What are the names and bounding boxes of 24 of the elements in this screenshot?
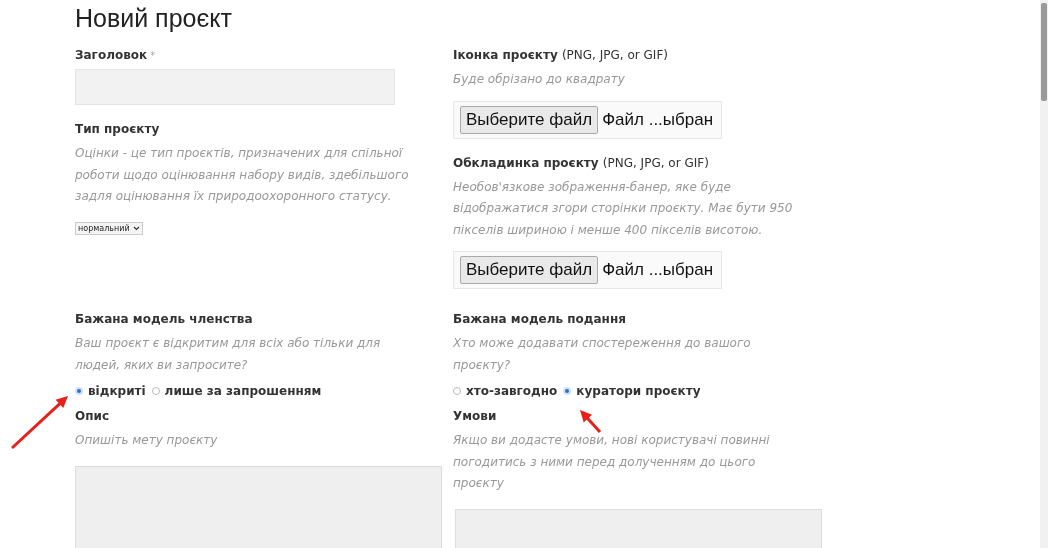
help-text: Буде обрізано до квадрату [453,71,625,88]
field-label: Тип проєкту [75,121,160,137]
help-text: Опишіть мету проєкту [75,432,218,449]
radio-option[interactable]: відкриті [75,384,146,398]
field-label: Заголовок [75,47,148,63]
type-dropdown[interactable]: нормальний [75,221,143,235]
choose-file-button[interactable]: Выберите файл [460,105,599,134]
help-text: Оцінки - це тип проєктів, призначених для спільної роботи щодо оцінювання набору видів, здебільшого задля оцінювання їх природоохоронного статусу. [75,145,410,205]
help-text: Якщо ви додасте умови, нові користувачі повинні погодитись з ними перед долученням до цього проєкту [453,432,771,492]
field-label: Опис [75,408,109,424]
field-label: Обкладинка проєкту (PNG, JPG, or GIF) [453,154,709,171]
field-label: Бажана модель подання [453,311,626,327]
help-text: Ваш проєкт є відкритим для всіх або тільки для людей, яких ви запросите? [75,335,382,374]
help-text: Необов'язкове зображення-банер, яке буде відображатися згори сторінки проєкту. Має бути 950 пікселів шириною і менше 400 пікселів висотою. [453,178,794,239]
field-label: Іконка проєкту (PNG, JPG, or GIF) [453,47,668,63]
radio-label: відкриті [88,384,146,398]
field-label: Бажана модель членства [75,311,253,327]
required-mark: * [150,50,156,61]
file-status: Файл ...ыбран [602,260,714,280]
choose-file-button[interactable]: Выберите файл [460,256,599,284]
file-status: Файл ...ыбран [602,109,714,130]
field-label: Умови [453,408,497,424]
page-title: Новий проєкт [75,4,233,33]
help-text: Хто може додавати спостереження до вашого проєкту? [453,335,752,374]
